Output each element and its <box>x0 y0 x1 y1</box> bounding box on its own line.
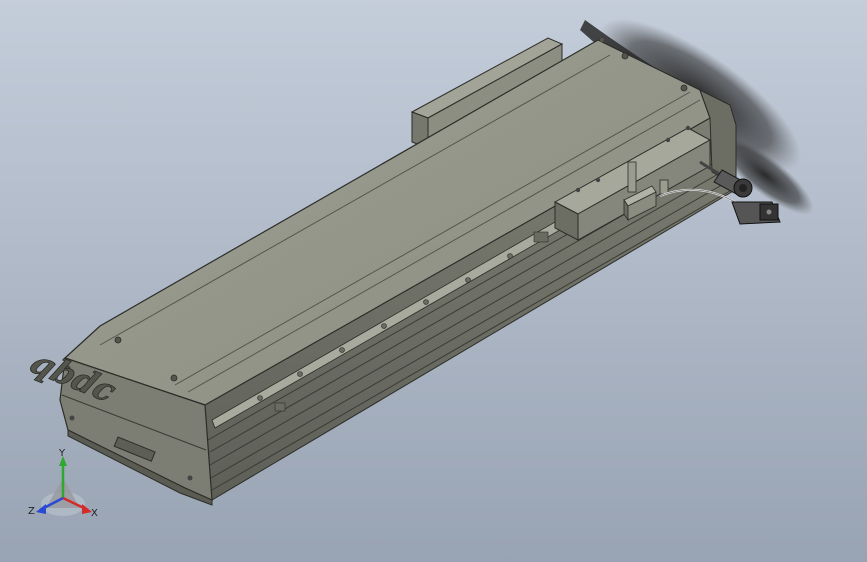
model-canvas[interactable]: qbdc Y X Z <box>0 0 867 562</box>
encoder-connector <box>731 201 781 225</box>
z-axis-label: Z <box>28 506 35 517</box>
3d-viewport[interactable]: qbdc Y X Z <box>0 0 867 562</box>
y-axis-label: Y <box>58 448 66 459</box>
x-axis-label: X <box>91 508 98 519</box>
